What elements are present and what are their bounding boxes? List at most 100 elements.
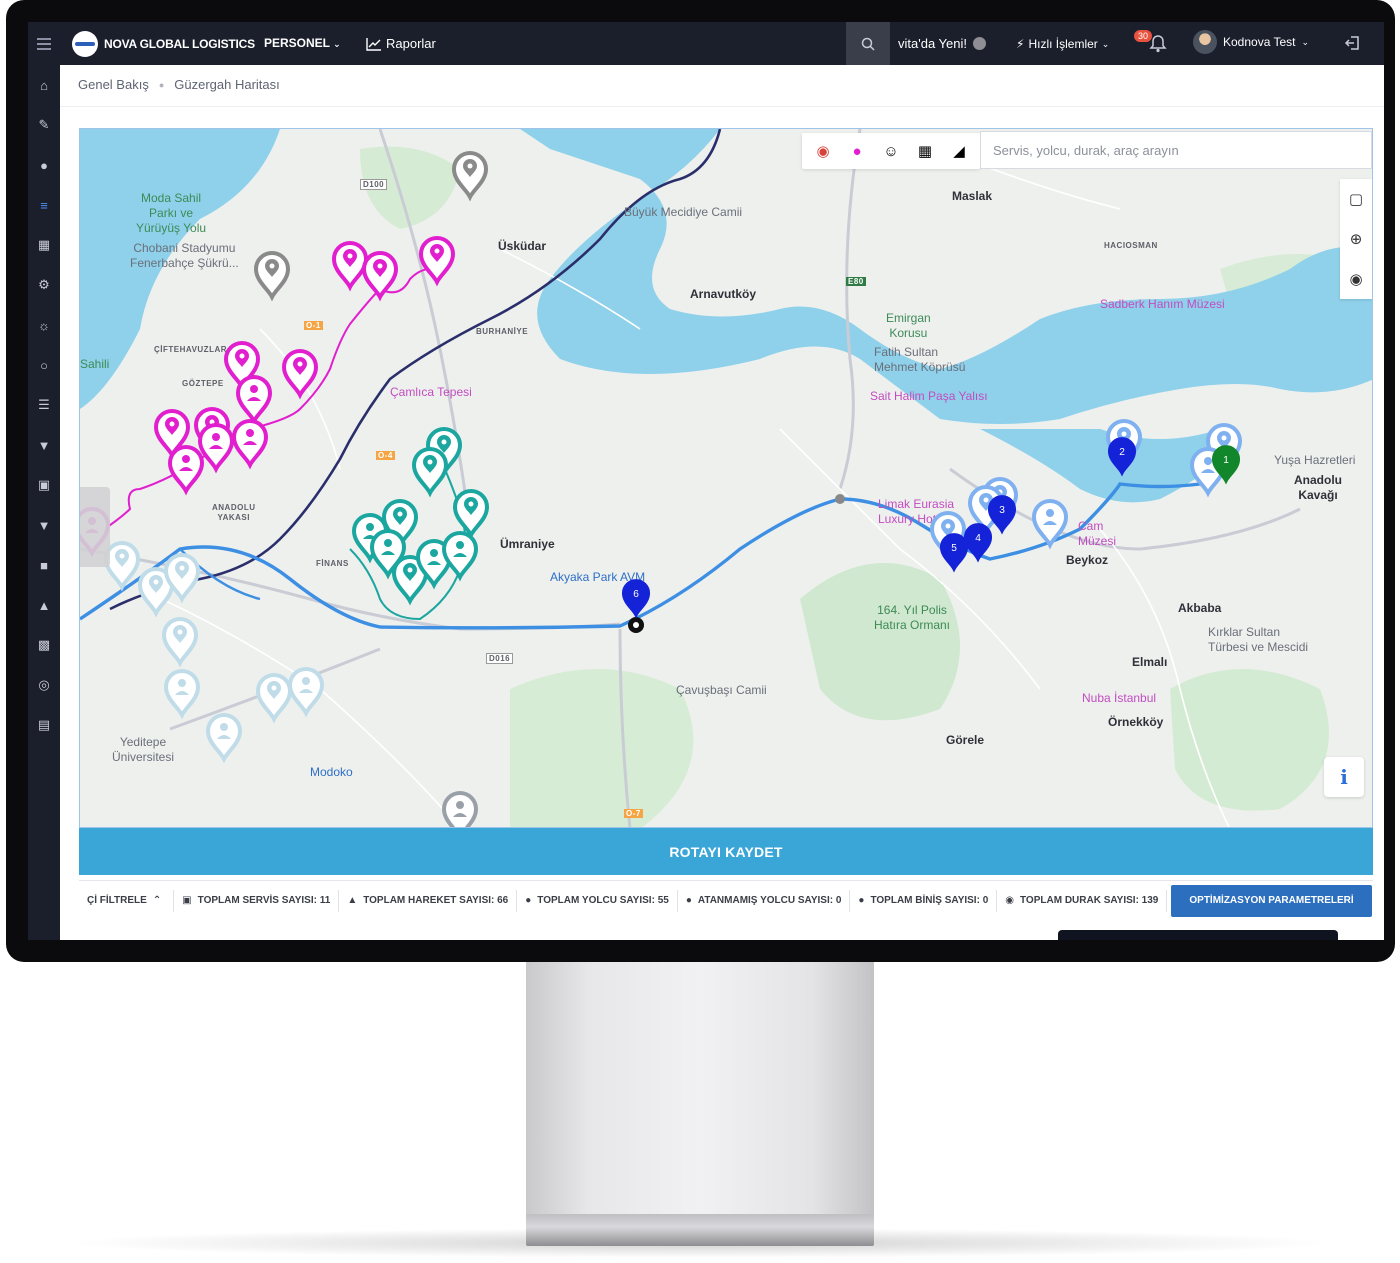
stat-label: TOPLAM HAREKET SAYISI: 66 — [363, 895, 509, 906]
nav-personel[interactable]: PERSONEL ⌄ — [264, 36, 341, 50]
filter-toggle[interactable]: Çİ FİLTRELE ⌃ — [79, 889, 175, 912]
numbered-stop-pin[interactable]: 6 — [621, 579, 651, 619]
stat-boardings: ● TOPLAM BİNİŞ SAYISI: 0 — [850, 889, 998, 912]
calendar-icon[interactable]: ▦ — [36, 237, 52, 253]
monitor-stand — [526, 960, 874, 1218]
passenger-pin[interactable] — [287, 667, 325, 718]
ruler-icon[interactable]: ◢ — [948, 140, 970, 162]
passenger-pin[interactable] — [1031, 499, 1069, 550]
info-button[interactable]: i — [1324, 757, 1364, 797]
gift-icon[interactable]: ▩ — [36, 637, 52, 653]
brand-name: NOVA GLOBAL LOGISTICS — [104, 37, 255, 51]
vita-icon[interactable]: ▼ — [36, 437, 52, 453]
driver-icon[interactable]: ☺ — [880, 140, 902, 162]
vita-icon[interactable]: ▼ — [36, 517, 52, 533]
stop-pin[interactable] — [103, 541, 141, 592]
optimization-params-button[interactable]: OPTİMİZASYON PARAMETRELERİ — [1171, 884, 1372, 917]
top-navbar: NOVA GLOBAL LOGISTICS PERSONEL ⌄ Raporla… — [28, 22, 1384, 65]
notification-badge: 30 — [1134, 30, 1153, 42]
passenger-pin[interactable] — [163, 669, 201, 720]
crosshair-icon[interactable]: ⊕ — [1350, 230, 1363, 248]
brand-logo[interactable]: NOVA GLOBAL LOGISTICS — [72, 30, 255, 58]
panel-toggle-tab[interactable] — [80, 487, 110, 567]
route-map[interactable]: Moda Sahil Parkı ve Yürüyüş Yolu Chobani… — [79, 128, 1373, 828]
breadcrumb-item: Güzergah Haritası — [174, 77, 280, 92]
stop-number: 5 — [951, 543, 957, 554]
logout-icon[interactable] — [1344, 34, 1362, 52]
passenger-pin[interactable] — [205, 713, 243, 764]
users-icon: ● — [525, 895, 532, 906]
stat-stops: ◉ TOPLAM DURAK SAYISI: 139 — [997, 889, 1168, 912]
passenger-pin[interactable] — [167, 445, 205, 496]
stop-pin[interactable] — [361, 251, 399, 302]
pin-layer: 1 2 3 4 5 6 — [80, 151, 1243, 828]
list-icon[interactable]: ☰ — [36, 397, 52, 413]
map-side-tools: ▢ ⊕ ◉ — [1340, 179, 1372, 299]
quick-actions-menu[interactable]: ⚡︎ Hızlı İşlemler ⌄ — [1016, 37, 1109, 51]
menu-toggle-icon[interactable] — [28, 22, 60, 65]
stop-pin[interactable] — [281, 349, 319, 400]
bulb-icon[interactable]: ◎ — [36, 677, 52, 693]
map-marker-icon: ◉ — [1005, 895, 1014, 906]
stat-passengers: ● TOPLAM YOLCU SAYISI: 55 — [517, 889, 678, 912]
numbered-stop-pin[interactable]: 2 — [1107, 437, 1137, 477]
numbered-stop-pin[interactable]: 4 — [963, 523, 993, 563]
location-pin-icon[interactable]: ● — [846, 140, 868, 162]
chat-icon[interactable]: ○ — [36, 357, 52, 373]
nav-raporlar[interactable]: Raporlar — [366, 36, 436, 51]
passenger-pin[interactable] — [231, 419, 269, 470]
settings-icon[interactable]: ⚙ — [36, 277, 52, 293]
user-name: Kodnova Test — [1223, 35, 1296, 49]
edit-icon[interactable]: ✎ — [36, 117, 52, 133]
passenger-pin[interactable] — [235, 375, 273, 426]
numbered-stop-pin[interactable]: 5 — [939, 533, 969, 573]
passenger-pin[interactable] — [441, 531, 479, 582]
bus-icon: ▣ — [182, 895, 192, 906]
stat-services: ▣ TOPLAM SERVİS SAYISI: 11 — [174, 889, 340, 912]
users-icon[interactable]: ● — [36, 157, 52, 173]
stop-pin[interactable] — [452, 489, 490, 540]
search-button[interactable] — [846, 22, 890, 65]
stop-pin[interactable] — [253, 251, 291, 302]
fit-bounds-icon[interactable]: ▢ — [1349, 190, 1363, 208]
add-location-icon[interactable]: ◉ — [1349, 270, 1362, 288]
breadcrumb-separator-icon: ● — [158, 79, 165, 90]
route-pins-icon[interactable]: ◉ — [812, 140, 834, 162]
app-screen: NOVA GLOBAL LOGISTICS PERSONEL ⌄ Raporla… — [28, 22, 1384, 940]
stop-pin[interactable] — [418, 236, 456, 287]
nav-personel-label: PERSONEL — [264, 36, 330, 50]
numbered-stop-pin[interactable]: 3 — [987, 495, 1017, 535]
chat-widget-edge — [1058, 930, 1338, 940]
id-card-icon[interactable]: ■ — [36, 557, 52, 573]
stop-pin[interactable] — [161, 617, 199, 668]
user-menu[interactable]: Kodnova Test ⌄ — [1193, 30, 1309, 54]
vita-news-label: vita'da Yeni! — [898, 36, 967, 51]
money-icon[interactable]: ▤ — [36, 717, 52, 733]
stat-label: ATANMAMIŞ YOLCU SAYISI: 0 — [697, 895, 842, 906]
stop-pin[interactable] — [331, 241, 369, 292]
monitor-bezel: NOVA GLOBAL LOGISTICS PERSONEL ⌄ Raporla… — [6, 0, 1395, 962]
passenger-pin[interactable] — [441, 791, 479, 828]
passenger-pin[interactable] — [197, 423, 235, 474]
users-icon: ● — [858, 895, 865, 906]
traffic-light-icon[interactable]: ▦ — [914, 140, 936, 162]
breadcrumb-item[interactable]: Genel Bakış — [78, 77, 149, 92]
handshake-icon[interactable]: ☼ — [36, 317, 52, 333]
map-toolbar: ◉ ● ☺ ▦ ◢ — [802, 133, 980, 169]
home-icon[interactable]: ⌂ — [36, 77, 52, 93]
car-icon[interactable]: ▣ — [36, 477, 52, 493]
map-search-input[interactable]: Servis, yolcu, durak, araç arayın — [980, 131, 1372, 169]
stop-pin[interactable] — [451, 151, 489, 202]
stats-bar: Çİ FİLTRELE ⌃ ▣ TOPLAM SERVİS SAYISI: 11 … — [79, 880, 1373, 920]
chart-line-icon — [366, 37, 381, 51]
vita-news[interactable]: vita'da Yeni! — [898, 36, 986, 51]
route-icon[interactable]: ≡ — [36, 197, 52, 213]
road-icon: ▲ — [347, 895, 358, 906]
stat-label: TOPLAM BİNİŞ SAYISI: 0 — [870, 895, 989, 906]
lock-icon[interactable]: ▲ — [36, 597, 52, 613]
divider — [60, 106, 1384, 107]
users-icon: ● — [685, 895, 692, 906]
stop-pin[interactable] — [411, 447, 449, 498]
save-route-button[interactable]: ROTAYI KAYDET — [79, 828, 1373, 875]
stop-pin[interactable] — [255, 673, 293, 724]
